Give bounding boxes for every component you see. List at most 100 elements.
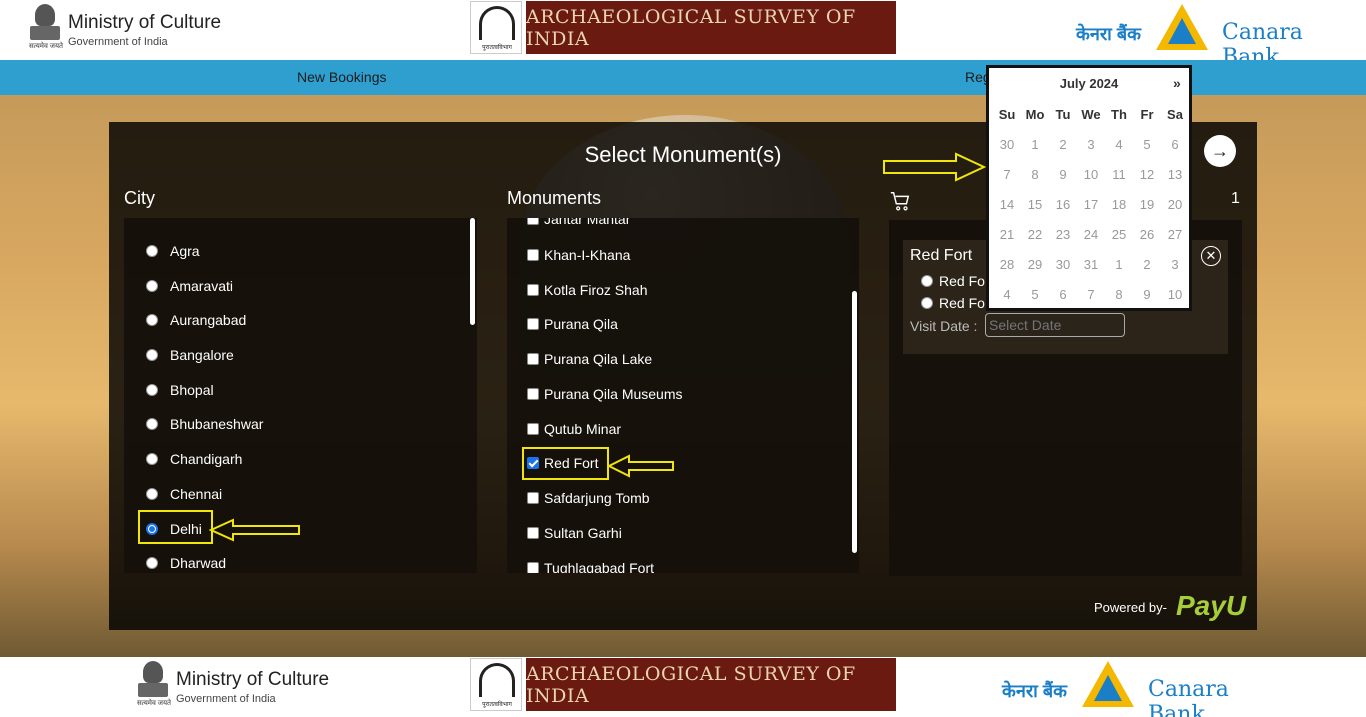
radio-button[interactable] bbox=[146, 280, 158, 292]
monument-option[interactable]: Qutub Minar bbox=[527, 419, 621, 439]
calendar-day[interactable]: 20 bbox=[1161, 190, 1189, 220]
visit-date-input[interactable] bbox=[985, 313, 1125, 337]
monument-option[interactable]: Khan-I-Khana bbox=[527, 245, 630, 265]
calendar-day[interactable]: 19 bbox=[1133, 190, 1161, 220]
calendar-next-button[interactable]: » bbox=[1173, 75, 1181, 91]
calendar-day[interactable]: 10 bbox=[1161, 280, 1189, 310]
radio-button[interactable] bbox=[146, 349, 158, 361]
checkbox[interactable] bbox=[527, 388, 539, 400]
calendar-day[interactable]: 4 bbox=[1105, 130, 1133, 160]
checkbox[interactable] bbox=[527, 527, 539, 539]
calendar-day[interactable]: 24 bbox=[1077, 220, 1105, 250]
calendar-day[interactable]: 9 bbox=[1133, 280, 1161, 310]
checkbox[interactable] bbox=[527, 423, 539, 435]
calendar-day[interactable]: 27 bbox=[1161, 220, 1189, 250]
cart-item-name: Red Fort bbox=[910, 247, 973, 264]
monument-option[interactable]: Tughlaqabad Fort bbox=[527, 558, 654, 573]
national-emblem-icon: सत्यमेव जयते bbox=[134, 659, 172, 711]
national-emblem-icon: सत्यमेव जयते bbox=[26, 2, 64, 54]
calendar-day[interactable]: 21 bbox=[993, 220, 1021, 250]
radio-button[interactable] bbox=[146, 418, 158, 430]
next-arrow-button[interactable]: → bbox=[1204, 135, 1236, 167]
cart-ticket-option[interactable]: Red Fo bbox=[921, 295, 985, 311]
radio-button[interactable] bbox=[146, 384, 158, 396]
calendar-day[interactable]: 3 bbox=[1077, 130, 1105, 160]
site-header: सत्यमेव जयते Ministry of Culture Governm… bbox=[0, 0, 1366, 70]
calendar-day[interactable]: 5 bbox=[1133, 130, 1161, 160]
radio-button[interactable] bbox=[921, 275, 933, 287]
calendar-day[interactable]: 26 bbox=[1133, 220, 1161, 250]
calendar-day[interactable]: 2 bbox=[1049, 130, 1077, 160]
calendar-day[interactable]: 3 bbox=[1161, 250, 1189, 280]
calendar-day[interactable]: 23 bbox=[1049, 220, 1077, 250]
radio-button[interactable] bbox=[146, 245, 158, 257]
calendar-day[interactable]: 6 bbox=[1161, 130, 1189, 160]
checkbox[interactable] bbox=[527, 249, 539, 261]
calendar-day[interactable]: 15 bbox=[1021, 190, 1049, 220]
remove-item-button[interactable]: ✕ bbox=[1201, 246, 1221, 266]
calendar-day[interactable]: 4 bbox=[993, 280, 1021, 310]
calendar-day[interactable]: 30 bbox=[1049, 250, 1077, 280]
city-option[interactable]: Aurangabad bbox=[146, 310, 246, 330]
monument-option[interactable]: Sultan Garhi bbox=[527, 523, 622, 543]
calendar-day[interactable]: 9 bbox=[1049, 160, 1077, 190]
calendar-day[interactable]: 5 bbox=[1021, 280, 1049, 310]
calendar-day[interactable]: 11 bbox=[1105, 160, 1133, 190]
monument-option[interactable]: Kotla Firoz Shah bbox=[527, 280, 648, 300]
radio-button[interactable] bbox=[146, 488, 158, 500]
radio-button[interactable] bbox=[146, 314, 158, 326]
checkbox[interactable] bbox=[527, 284, 539, 296]
checkbox[interactable] bbox=[527, 492, 539, 504]
monument-list[interactable]: Jantar Mantar Khan-I-Khana Kotla Firoz S… bbox=[507, 218, 859, 573]
monument-scrollbar[interactable] bbox=[852, 291, 857, 553]
calendar-day[interactable]: 31 bbox=[1077, 250, 1105, 280]
calendar-day[interactable]: 1 bbox=[1105, 250, 1133, 280]
calendar-day[interactable]: 10 bbox=[1077, 160, 1105, 190]
asi-title: ARCHAEOLOGICAL SURVEY OF INDIA bbox=[526, 658, 896, 711]
city-scrollbar[interactable] bbox=[470, 218, 475, 325]
radio-button[interactable] bbox=[921, 297, 933, 309]
city-option[interactable]: Dharwad bbox=[146, 553, 226, 573]
nav-new-bookings[interactable]: New Bookings bbox=[297, 69, 387, 85]
calendar-day[interactable]: 12 bbox=[1133, 160, 1161, 190]
city-option[interactable]: Bhubaneshwar bbox=[146, 414, 263, 434]
calendar-day[interactable]: 29 bbox=[1021, 250, 1049, 280]
city-option[interactable]: Bangalore bbox=[146, 345, 234, 365]
calendar-day[interactable]: 1 bbox=[1021, 130, 1049, 160]
calendar-day[interactable]: 25 bbox=[1105, 220, 1133, 250]
calendar-day[interactable]: 22 bbox=[1021, 220, 1049, 250]
cart-ticket-option[interactable]: Red Fo bbox=[921, 273, 985, 289]
arrow-pointing-red-fort-icon bbox=[607, 454, 674, 478]
calendar-month-title[interactable]: July 2024 bbox=[989, 76, 1189, 91]
checkbox[interactable] bbox=[527, 318, 539, 330]
calendar-day[interactable]: 2 bbox=[1133, 250, 1161, 280]
monument-option[interactable]: Purana Qila Museums bbox=[527, 384, 683, 404]
checkbox[interactable] bbox=[527, 562, 539, 573]
calendar-day[interactable]: 14 bbox=[993, 190, 1021, 220]
checkbox[interactable] bbox=[527, 218, 539, 225]
monument-option[interactable]: Purana Qila Lake bbox=[527, 349, 652, 369]
calendar-day[interactable]: 30 bbox=[993, 130, 1021, 160]
calendar-week: 30 1 2 3 4 5 6 bbox=[993, 130, 1189, 160]
calendar-day[interactable]: 6 bbox=[1049, 280, 1077, 310]
city-option[interactable]: Amaravati bbox=[146, 276, 233, 296]
city-option[interactable]: Bhopal bbox=[146, 380, 214, 400]
monument-option[interactable]: Safdarjung Tomb bbox=[527, 488, 650, 508]
city-option[interactable]: Chandigarh bbox=[146, 449, 242, 469]
calendar-day[interactable]: 28 bbox=[993, 250, 1021, 280]
radio-button[interactable] bbox=[146, 557, 158, 569]
checkbox[interactable] bbox=[527, 353, 539, 365]
calendar-day[interactable]: 18 bbox=[1105, 190, 1133, 220]
calendar-day[interactable]: 17 bbox=[1077, 190, 1105, 220]
calendar-day[interactable]: 16 bbox=[1049, 190, 1077, 220]
city-option[interactable]: Agra bbox=[146, 241, 200, 261]
monument-option[interactable]: Jantar Mantar bbox=[527, 218, 630, 229]
monument-option[interactable]: Purana Qila bbox=[527, 314, 618, 334]
calendar-day[interactable]: 8 bbox=[1021, 160, 1049, 190]
calendar-day[interactable]: 7 bbox=[1077, 280, 1105, 310]
calendar-day[interactable]: 7 bbox=[993, 160, 1021, 190]
city-option[interactable]: Chennai bbox=[146, 484, 222, 504]
calendar-day[interactable]: 8 bbox=[1105, 280, 1133, 310]
calendar-day[interactable]: 13 bbox=[1161, 160, 1189, 190]
radio-button[interactable] bbox=[146, 453, 158, 465]
